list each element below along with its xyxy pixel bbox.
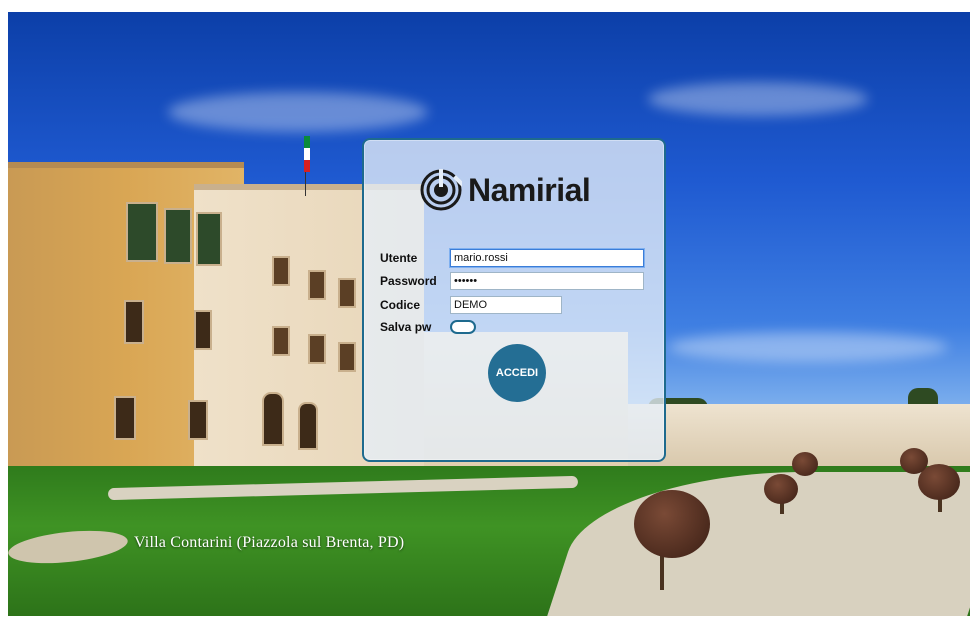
doorway: [262, 392, 284, 446]
brand-name: Namirial: [468, 171, 591, 208]
window: [338, 278, 356, 308]
login-panel: Namirial Utente Password Codice Salva pw…: [362, 138, 666, 462]
codice-label: Codice: [380, 298, 421, 312]
utente-label: Utente: [380, 251, 418, 265]
salva-pw-label: Salva pw: [380, 320, 432, 334]
password-row: Password: [380, 272, 644, 290]
window: [272, 256, 290, 286]
topiary-tree: [634, 490, 710, 558]
window: [272, 326, 290, 356]
window: [126, 202, 158, 262]
tree-trunk: [660, 552, 664, 590]
italian-flag: [304, 136, 310, 172]
codice-input[interactable]: [450, 296, 562, 314]
cloud: [648, 82, 868, 116]
window: [114, 396, 136, 440]
logo: Namirial: [420, 168, 591, 212]
window: [196, 212, 222, 266]
utente-input[interactable]: [450, 249, 644, 267]
window: [338, 342, 356, 372]
password-input[interactable]: [450, 272, 644, 290]
window: [164, 208, 192, 264]
accedi-button[interactable]: ACCEDI: [488, 344, 546, 402]
window: [308, 270, 326, 300]
utente-row: Utente: [380, 249, 644, 267]
namirial-logo-icon: [420, 169, 462, 211]
cloud: [668, 332, 948, 362]
window: [188, 400, 208, 440]
salva-pw-toggle[interactable]: [450, 320, 476, 334]
window: [194, 310, 212, 350]
salva-pw-row: Salva pw: [380, 320, 476, 334]
toggle-knob: [453, 323, 461, 331]
password-label: Password: [380, 274, 437, 288]
doorway: [298, 402, 318, 450]
topiary-tree: [764, 474, 798, 504]
topiary-tree: [792, 452, 818, 476]
window: [308, 334, 326, 364]
topiary-tree: [900, 448, 928, 474]
codice-row: Codice: [380, 296, 562, 314]
photo-caption: Villa Contarini (Piazzola sul Brenta, PD…: [134, 534, 405, 551]
cloud: [168, 92, 428, 132]
window: [124, 300, 144, 344]
